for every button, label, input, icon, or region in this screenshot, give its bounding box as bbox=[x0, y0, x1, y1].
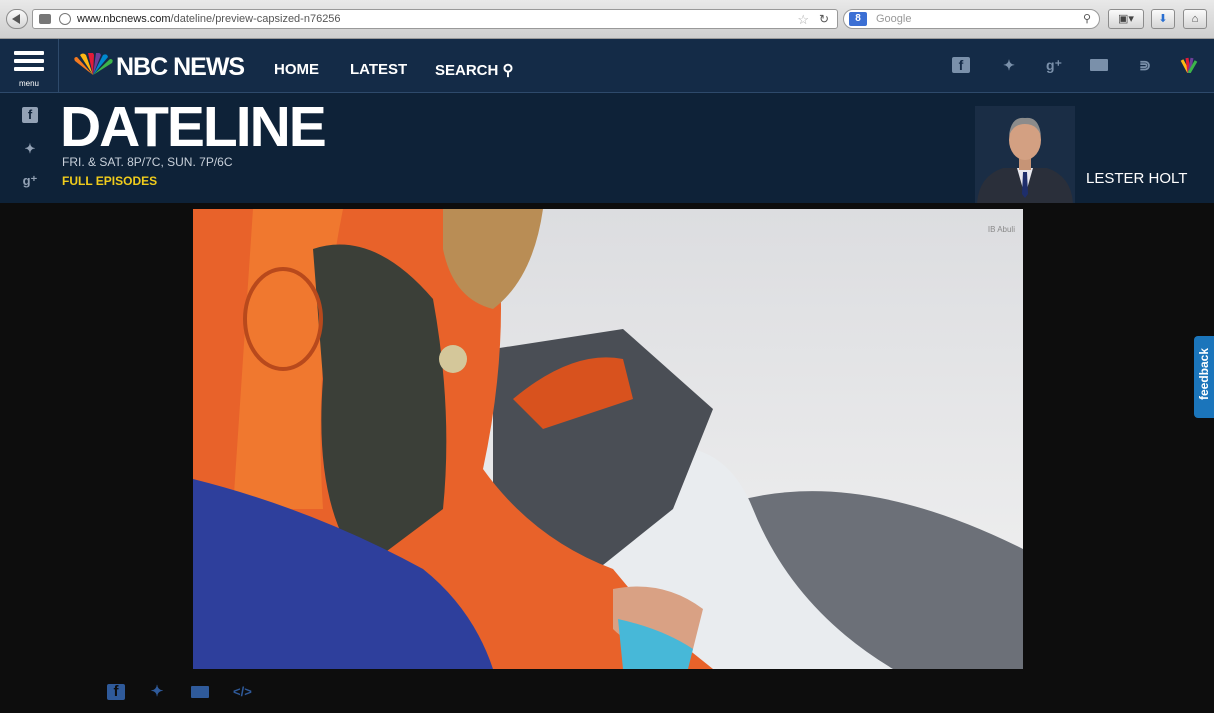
host-name[interactable]: LESTER HOLT bbox=[1086, 170, 1187, 187]
google-plus-icon[interactable]: g⁺ bbox=[1045, 57, 1063, 73]
peacock-logo-icon[interactable] bbox=[72, 53, 114, 77]
embed-icon[interactable]: </> bbox=[233, 684, 252, 700]
url-text: www.nbcnews.com/dateline/preview-capsize… bbox=[77, 13, 341, 25]
email-icon[interactable] bbox=[1090, 59, 1108, 71]
reload-icon[interactable]: ↻ bbox=[819, 12, 829, 26]
search-icon: ⚲ bbox=[502, 62, 514, 79]
facebook-icon[interactable]: f bbox=[952, 57, 970, 73]
twitter-icon[interactable]: ✦ bbox=[1000, 57, 1018, 73]
search-icon[interactable]: ⚲ bbox=[1083, 12, 1091, 25]
share-twitter-icon[interactable]: ✦ bbox=[148, 684, 166, 700]
page-menu-button[interactable]: ▣▾ bbox=[1108, 9, 1144, 29]
nav-search[interactable]: SEARCH ⚲ bbox=[435, 61, 514, 79]
video-credit: IB Abuli bbox=[987, 225, 1015, 234]
back-button[interactable] bbox=[6, 9, 28, 29]
show-schedule: FRI. & SAT. 8P/7C, SUN. 7P/6C bbox=[62, 155, 233, 169]
browser-toolbar: www.nbcnews.com/dateline/preview-capsize… bbox=[0, 0, 1214, 39]
url-domain: www.nbcnews.com bbox=[77, 13, 171, 25]
side-google-plus-icon[interactable]: g⁺ bbox=[22, 173, 38, 189]
menu-button[interactable]: menu bbox=[0, 39, 59, 92]
show-title[interactable]: DATELINE bbox=[60, 99, 327, 156]
brand-name[interactable]: NBC NEWS bbox=[116, 53, 245, 82]
nav-search-label: SEARCH bbox=[435, 62, 499, 79]
google-icon[interactable]: 8 bbox=[849, 12, 867, 26]
menu-label: menu bbox=[18, 79, 39, 88]
home-icon[interactable]: ⌂ bbox=[1183, 9, 1207, 29]
site-header: menu NBC NEWS HOME LATEST SEARCH ⚲ f ✦ g… bbox=[0, 39, 1214, 93]
side-facebook-icon[interactable]: f bbox=[22, 107, 38, 123]
share-email-icon[interactable] bbox=[191, 686, 209, 698]
feedback-tab[interactable]: feedback bbox=[1194, 336, 1214, 418]
search-placeholder: Google bbox=[876, 13, 912, 25]
hamburger-icon bbox=[14, 51, 44, 75]
share-facebook-icon[interactable]: f bbox=[107, 684, 125, 700]
video-player[interactable]: IB Abuli bbox=[193, 209, 1023, 669]
full-episodes-link[interactable]: FULL EPISODES bbox=[62, 174, 157, 188]
bookmark-star-icon[interactable]: ☆ bbox=[797, 12, 809, 28]
url-path: /dateline/preview-capsized-n76256 bbox=[170, 13, 341, 25]
video-frame bbox=[193, 209, 1023, 669]
globe-icon bbox=[59, 13, 71, 25]
host-photo[interactable] bbox=[975, 106, 1075, 203]
nav-latest[interactable]: LATEST bbox=[350, 61, 407, 78]
feedback-label: feedback bbox=[1197, 347, 1211, 401]
side-twitter-icon[interactable]: ✦ bbox=[22, 141, 38, 157]
nav-home[interactable]: HOME bbox=[274, 61, 319, 78]
rss-icon[interactable]: ⋑ bbox=[1136, 57, 1154, 73]
downloads-icon[interactable]: ⬇ bbox=[1151, 9, 1175, 29]
search-engine-box[interactable]: 8 Google ⚲ bbox=[843, 9, 1100, 29]
page-icon bbox=[39, 14, 51, 24]
peacock-color-icon[interactable] bbox=[1180, 57, 1198, 73]
address-bar[interactable]: www.nbcnews.com/dateline/preview-capsize… bbox=[32, 9, 838, 29]
